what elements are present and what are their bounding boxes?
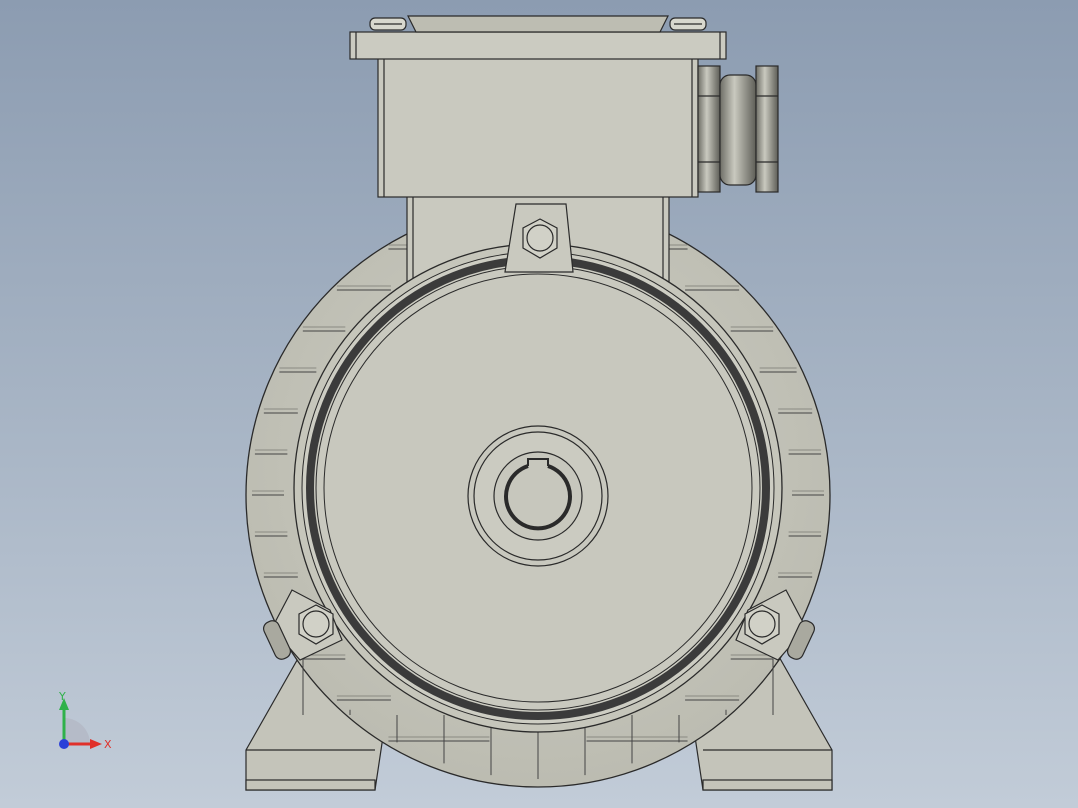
triad-y-label: Y xyxy=(58,690,66,703)
triad-x-arrow xyxy=(90,739,102,749)
triad-plane xyxy=(64,718,90,744)
triad-z-axis xyxy=(59,739,69,749)
graphics-viewport[interactable]: Y X xyxy=(0,0,1078,808)
coordinate-triad: Y X xyxy=(58,690,112,751)
triad-x-label: X xyxy=(104,738,112,751)
